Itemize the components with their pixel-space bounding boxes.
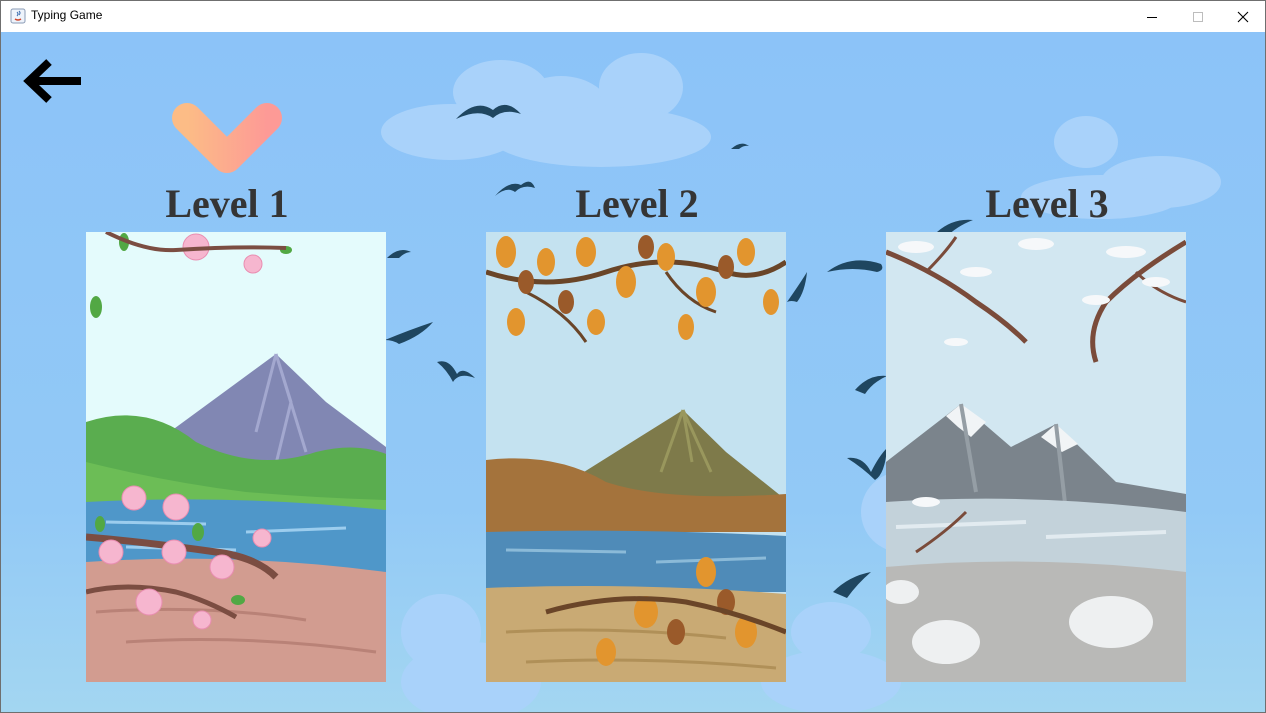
winter-landscape-image [886,232,1186,682]
app-window: Typing Game Level 1 Level 2 Level 3 [0,0,1266,713]
java-app-icon [10,8,26,24]
minimize-icon [1147,16,1157,18]
close-icon [1237,11,1249,22]
level-selector-indicator [169,100,287,176]
maximize-icon [1193,11,1203,22]
level-2-title: Level 2 [575,181,699,226]
close-button[interactable] [1220,1,1265,32]
level-1-title: Level 1 [165,181,289,226]
window-title: Typing Game [31,8,103,22]
title-bar[interactable]: Typing Game [1,1,1265,32]
level-2-card[interactable] [486,232,786,682]
level-3-card[interactable] [886,232,1186,682]
level-1-card[interactable] [86,232,386,682]
minimize-button[interactable] [1129,1,1175,32]
arrow-left-icon [23,59,81,103]
autumn-landscape-image [486,232,786,682]
chevron-down-icon [172,103,282,173]
level-select-screen: Level 1 Level 2 Level 3 [1,32,1265,712]
level-3-title: Level 3 [985,181,1109,226]
back-button[interactable] [19,54,87,110]
spring-landscape-image [86,232,386,682]
maximize-button[interactable] [1175,1,1221,32]
